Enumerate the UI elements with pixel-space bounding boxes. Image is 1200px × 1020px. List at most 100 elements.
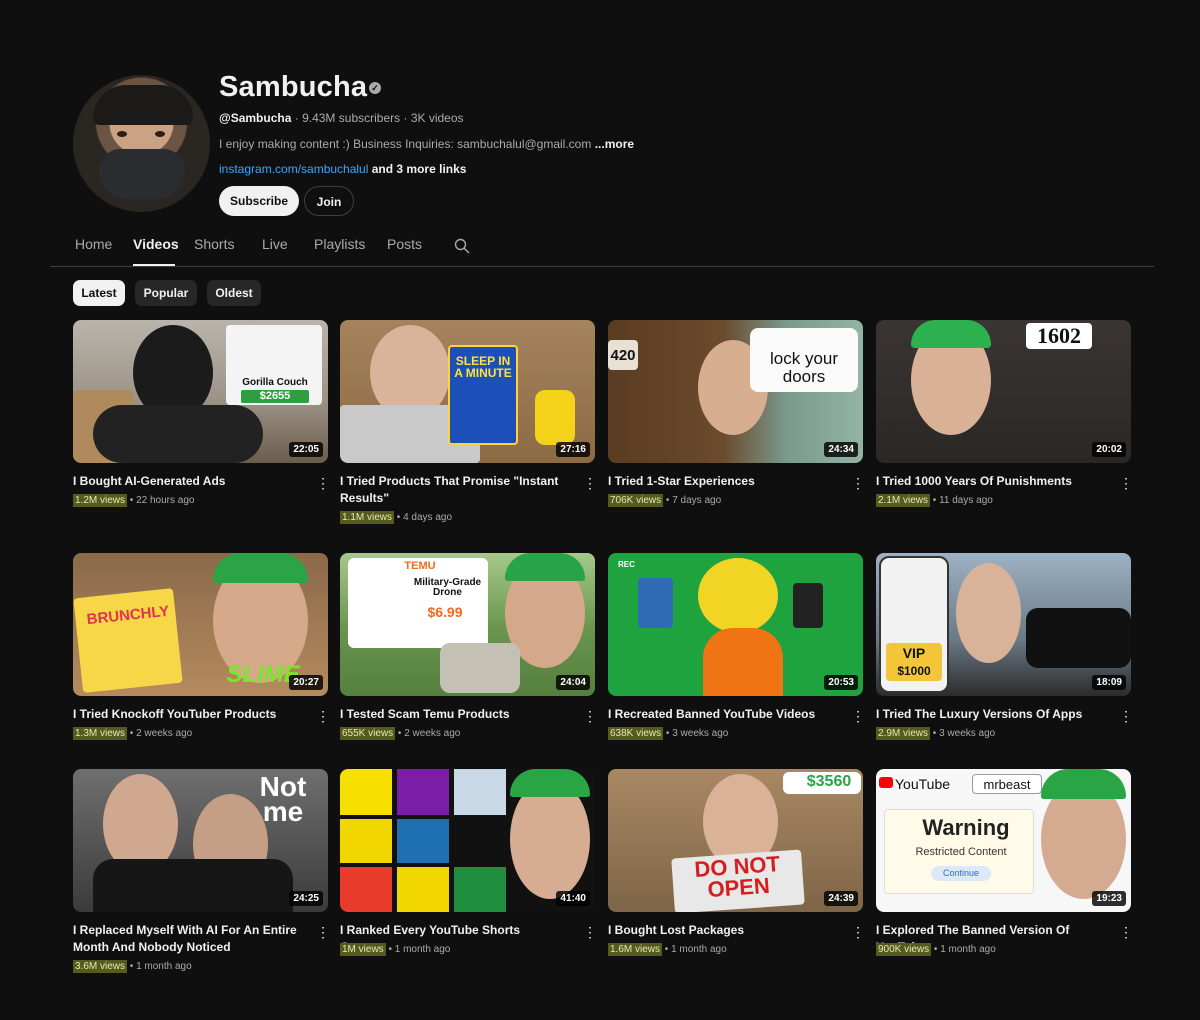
video-duration: 20:02 [1092,442,1126,457]
video-duration: 22:05 [289,442,323,457]
more-options-icon[interactable]: ⋮ [1119,924,1133,940]
video-card[interactable]: $3560 DO NOT OPEN 24:39 I Bought Lost Pa… [608,769,865,956]
thumb-button: Continue [931,866,991,881]
channel-name: Sambucha [219,71,368,103]
video-stats: 655K views • 2 weeks ago [340,727,461,740]
more-options-icon[interactable]: ⋮ [851,475,865,491]
more-options-icon[interactable]: ⋮ [583,924,597,940]
channel-description[interactable]: I enjoy making content :) Business Inqui… [219,137,634,151]
more-links-button[interactable]: and 3 more links [372,162,467,176]
video-title[interactable]: I Tried The Luxury Versions Of Apps [876,706,1101,723]
video-stats: 1.6M views • 1 month ago [608,943,727,956]
video-thumbnail[interactable]: Not me 24:25 [73,769,328,912]
video-thumbnail[interactable]: Gorilla Couch $2655 22:05 [73,320,328,463]
more-options-icon[interactable]: ⋮ [851,924,865,940]
upload-age: 4 days ago [403,512,453,523]
join-button[interactable]: Join [304,186,354,216]
video-thumbnail[interactable]: 41:40 [340,769,595,912]
upload-age: 1 month ago [940,944,996,955]
video-title[interactable]: I Tried 1000 Years Of Punishments [876,473,1101,490]
upload-age: 3 weeks ago [939,728,996,739]
subscribe-button[interactable]: Subscribe [219,186,299,216]
video-card[interactable]: VIP $1000 18:09 I Tried The Luxury Versi… [876,553,1133,740]
video-thumbnail[interactable]: YouTube mrbeast Warning Restricted Conte… [876,769,1131,912]
video-card[interactable]: YouTube mrbeast Warning Restricted Conte… [876,769,1133,956]
tab-videos[interactable]: Videos [133,236,179,252]
video-card[interactable]: REC 20:53 I Recreated Banned YouTube Vid… [608,553,865,740]
video-duration: 24:04 [556,675,590,690]
video-thumbnail[interactable]: $3560 DO NOT OPEN 24:39 [608,769,863,912]
video-title[interactable]: I Tried 1-Star Experiences [608,473,833,490]
tab-shorts[interactable]: Shorts [194,236,234,252]
video-thumbnail[interactable]: SLEEP IN A MINUTE 27:16 [340,320,595,463]
upload-age: 3 weeks ago [672,728,729,739]
more-options-icon[interactable]: ⋮ [583,475,597,491]
video-title[interactable]: I Bought AI-Generated Ads [73,473,298,490]
more-options-icon[interactable]: ⋮ [1119,708,1133,724]
video-card[interactable]: 41:40 I Ranked Every YouTube Shorts Crea… [340,769,597,956]
video-stats: 3.6M views • 1 month ago [73,960,192,973]
thumb-text: TEMU [404,560,436,572]
rec-indicator: REC [618,560,635,569]
video-duration: 18:09 [1092,675,1126,690]
video-stats: 1M views • 1 month ago [340,943,451,956]
thumb-number: 420 [610,347,636,364]
thumb-text: lock your doors [769,349,839,386]
video-duration: 41:40 [556,891,590,906]
verified-icon: ✓ [369,82,381,94]
description-text: I enjoy making content :) Business Inqui… [219,137,592,151]
more-options-icon[interactable]: ⋮ [851,708,865,724]
video-title[interactable]: I Bought Lost Packages [608,922,833,939]
video-thumbnail[interactable]: VIP $1000 18:09 [876,553,1131,696]
video-card[interactable]: SLEEP IN A MINUTE 27:16 I Tried Products… [340,320,597,524]
tab-live[interactable]: Live [262,236,288,252]
more-options-icon[interactable]: ⋮ [583,708,597,724]
more-options-icon[interactable]: ⋮ [1119,475,1133,491]
tab-home[interactable]: Home [75,236,112,252]
search-icon[interactable] [454,238,470,254]
tab-posts[interactable]: Posts [387,236,422,252]
video-stats: 900K views • 1 month ago [876,943,996,956]
more-options-icon[interactable]: ⋮ [316,475,330,491]
video-thumbnail[interactable]: 1602 20:02 [876,320,1131,463]
video-stats: 2.1M views • 11 days ago [876,494,993,507]
chip-latest[interactable]: Latest [73,280,125,306]
video-card[interactable]: BRUNCHLY SLIME 20:27 I Tried Knockoff Yo… [73,553,330,740]
video-card[interactable]: 1602 20:02 I Tried 1000 Years Of Punishm… [876,320,1133,507]
video-title[interactable]: I Tested Scam Temu Products [340,706,565,723]
video-stats: 1.1M views • 4 days ago [340,511,453,524]
channel-avatar[interactable] [73,75,210,212]
video-title[interactable]: I Recreated Banned YouTube Videos [608,706,833,723]
thumb-text: DO NOT OPEN [693,851,781,903]
thumb-text: VIP [902,645,926,661]
video-stats: 638K views • 3 weeks ago [608,727,729,740]
video-card[interactable]: 420 lock your doors 24:34 I Tried 1-Star… [608,320,865,507]
video-title[interactable]: I Replaced Myself With AI For An Entire … [73,922,298,956]
view-count: 2.1M views [876,494,931,507]
video-stats: 1.3M views • 2 weeks ago [73,727,193,740]
chip-oldest[interactable]: Oldest [207,280,261,306]
instagram-link[interactable]: instagram.com/sambuchalul [219,162,368,176]
video-title[interactable]: I Tried Knockoff YouTuber Products [73,706,298,723]
video-thumbnail[interactable]: 420 lock your doors 24:34 [608,320,863,463]
video-title[interactable]: I Tried Products That Promise "Instant R… [340,473,565,507]
thumb-text: Warning [922,815,1010,840]
chip-popular[interactable]: Popular [135,280,197,306]
view-count: 3.6M views [73,960,128,973]
video-card[interactable]: Not me 24:25 I Replaced Myself With AI F… [73,769,330,973]
video-card[interactable]: Gorilla Couch $2655 22:05 I Bought AI-Ge… [73,320,330,507]
thumb-text: Not me [259,771,307,828]
upload-age: 1 month ago [136,961,192,972]
video-card[interactable]: TEMU Military-Grade Drone $6.99 24:04 I … [340,553,597,740]
video-duration: 19:23 [1092,891,1126,906]
channel-handle: @Sambucha [219,111,292,125]
thumb-price: $3560 [806,773,852,790]
more-options-icon[interactable]: ⋮ [316,708,330,724]
description-more-link[interactable]: ...more [595,137,634,151]
tab-playlists[interactable]: Playlists [314,236,365,252]
video-thumbnail[interactable]: BRUNCHLY SLIME 20:27 [73,553,328,696]
video-thumbnail[interactable]: REC 20:53 [608,553,863,696]
more-options-icon[interactable]: ⋮ [316,924,330,940]
upload-age: 22 hours ago [136,495,195,506]
video-thumbnail[interactable]: TEMU Military-Grade Drone $6.99 24:04 [340,553,595,696]
